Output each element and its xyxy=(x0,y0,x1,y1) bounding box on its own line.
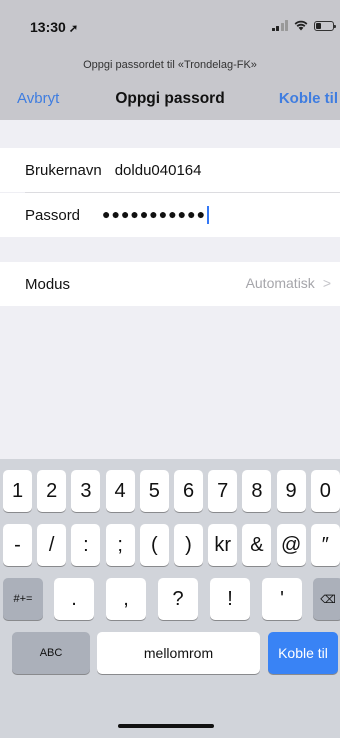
key-symbol-6[interactable]: kr xyxy=(208,524,238,566)
mode-row[interactable]: Modus Automatisk > xyxy=(0,262,340,306)
key-punct-5[interactable]: ' xyxy=(262,578,302,620)
nav-bar: Avbryt Oppgi passord Koble til xyxy=(0,86,340,112)
key-symbol-4[interactable]: ( xyxy=(139,524,169,566)
network-prompt: Oppgi passordet til «Trondelag-FK» xyxy=(83,59,257,71)
key-punct-1[interactable]: . xyxy=(54,578,94,620)
username-row[interactable]: Brukernavn doldu040164 xyxy=(0,148,340,192)
status-bar: 13:30 ➚ xyxy=(0,0,340,46)
key-1[interactable]: 2 xyxy=(37,470,67,512)
cellular-signal-icon xyxy=(271,20,288,31)
key-punct-4[interactable]: ! xyxy=(210,578,250,620)
location-icon: ➚ xyxy=(68,23,79,35)
key-symbol-5[interactable]: ) xyxy=(174,524,203,566)
connect-button[interactable]: Koble til xyxy=(279,90,338,107)
battery-icon xyxy=(314,20,336,31)
space-key[interactable]: mellomrom xyxy=(97,632,260,674)
key-9[interactable]: 0 xyxy=(310,470,340,512)
key-5[interactable]: 6 xyxy=(174,470,203,512)
mode-label: Modus xyxy=(25,275,71,293)
more-symbols-key[interactable]: #+= xyxy=(3,578,43,620)
text-cursor xyxy=(207,206,210,225)
status-icons xyxy=(271,20,336,31)
key-symbol-3[interactable]: ; xyxy=(105,524,135,566)
key-7[interactable]: 8 xyxy=(242,470,272,512)
key-4[interactable]: 5 xyxy=(139,470,169,512)
username-label: Brukernavn xyxy=(25,161,102,179)
key-symbol-1[interactable]: / xyxy=(37,524,67,566)
key-6[interactable]: 7 xyxy=(208,470,238,512)
key-punct-3[interactable]: ? xyxy=(158,578,198,620)
password-dots: ●●●●●●●●●●● xyxy=(102,205,207,222)
key-symbol-2[interactable]: : xyxy=(71,524,101,566)
backspace-key[interactable]: ⌫ xyxy=(313,578,340,620)
password-field[interactable]: ●●●●●●●●●●● xyxy=(102,205,210,225)
status-time: 13:30 xyxy=(30,19,66,35)
header-area: 13:30 ➚ Oppgi passordet til «Trondelag-FK… xyxy=(0,0,340,120)
mode-value: Automatisk xyxy=(245,275,315,291)
home-indicator xyxy=(118,724,214,728)
username-field[interactable]: doldu040164 xyxy=(115,162,202,179)
key-0[interactable]: 1 xyxy=(3,470,32,512)
key-2[interactable]: 3 xyxy=(71,470,101,512)
return-key[interactable]: Koble til xyxy=(268,632,338,674)
key-symbol-0[interactable]: - xyxy=(3,524,32,566)
chevron-right-icon: > xyxy=(322,275,331,291)
key-punct-2[interactable]: , xyxy=(106,578,146,620)
key-symbol-7[interactable]: & xyxy=(242,524,272,566)
abc-key[interactable]: ABC xyxy=(12,632,90,674)
key-3[interactable]: 4 xyxy=(105,470,135,512)
key-symbol-8[interactable]: @ xyxy=(276,524,306,566)
key-8[interactable]: 9 xyxy=(276,470,306,512)
key-symbol-9[interactable]: ″ xyxy=(310,524,340,566)
password-row[interactable]: Passord ●●●●●●●●●●● xyxy=(0,193,340,237)
wifi-icon xyxy=(294,20,308,31)
password-label: Passord xyxy=(25,206,81,224)
